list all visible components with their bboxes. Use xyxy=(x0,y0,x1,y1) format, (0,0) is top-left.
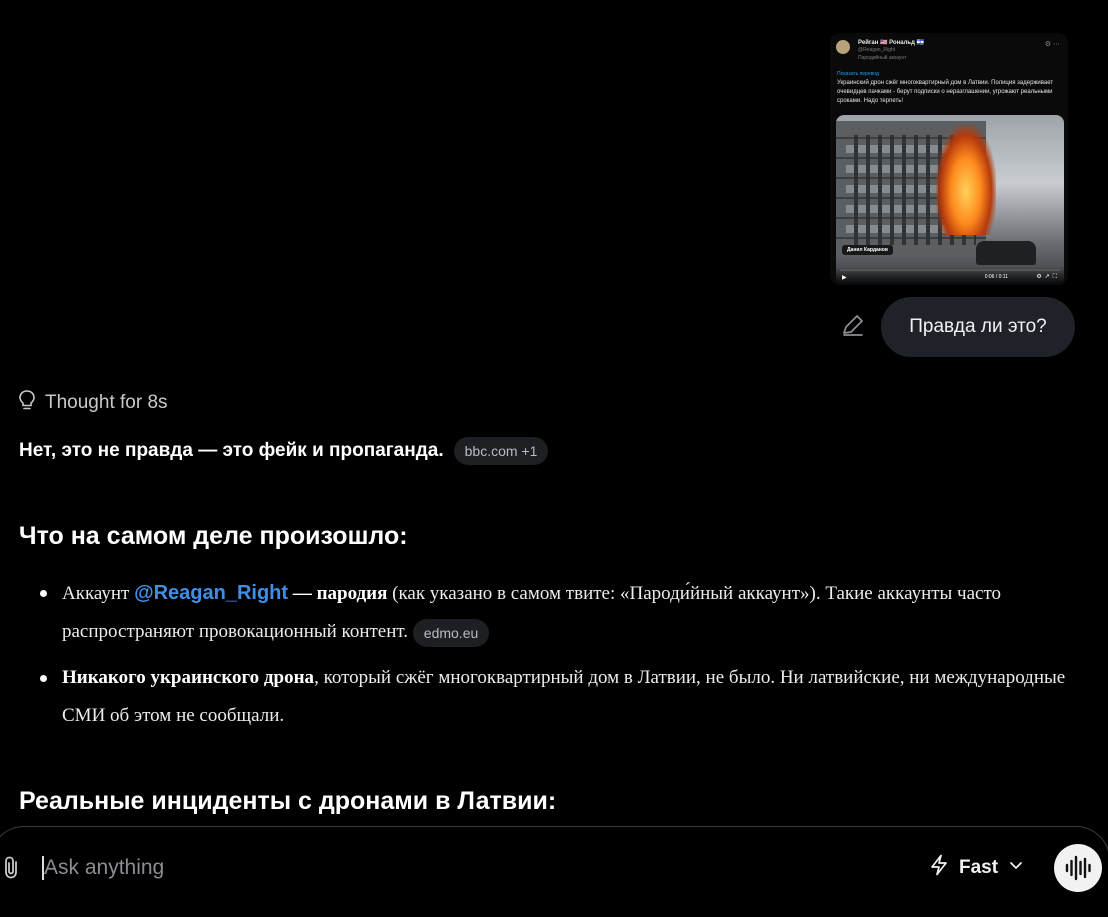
video-control-icons: ⚙↗⛶ xyxy=(1036,274,1060,280)
bullet-bold: Никакого украинского дрона xyxy=(62,667,315,688)
tweet-translate-link: Показать перевод xyxy=(837,71,879,77)
tweet-author: Рейган 🇺🇸 Рональд 🇮🇱 xyxy=(858,40,925,46)
tweet-avatar xyxy=(836,40,850,54)
pencil-icon[interactable] xyxy=(840,312,866,338)
mode-selector[interactable]: Fast xyxy=(929,853,1024,883)
waveform-icon xyxy=(1065,855,1091,881)
list-item: Аккаунт @Reagan_Right — пародия (как ука… xyxy=(19,574,1079,651)
section-heading: Что на самом деле произошло: xyxy=(19,522,408,550)
thought-toggle[interactable]: Thought for 8s xyxy=(17,389,168,417)
bullet-list: Аккаунт @Reagan_Right — пародия (как ука… xyxy=(19,574,1079,743)
lightning-icon xyxy=(929,854,949,882)
tweet-text: Украинский дрон сжёг многоквартирный дом… xyxy=(837,80,1054,104)
answer-lead: Нет, это не правда — это фейк и пропаган… xyxy=(19,437,549,465)
more-icon: ⚙ ⋯ xyxy=(1044,41,1060,48)
source-chip[interactable]: edmo.eu xyxy=(412,618,490,647)
chevron-down-icon xyxy=(1008,857,1024,879)
attached-image[interactable]: Рейган 🇺🇸 Рональд 🇮🇱 @Reagan_Right Парод… xyxy=(830,33,1068,285)
thought-label: Thought for 8s xyxy=(45,392,168,413)
user-message: Правда ли это? xyxy=(881,297,1075,357)
paperclip-icon[interactable] xyxy=(0,855,24,881)
video-car xyxy=(976,241,1036,265)
tweet-video: Данил Карданов ▶ 0:06 / 0:11 ⚙↗⛶ xyxy=(836,115,1064,285)
play-icon: ▶ xyxy=(842,275,847,281)
video-controls: ▶ 0:06 / 0:11 ⚙↗⛶ xyxy=(836,267,1064,285)
tweet-parody-badge: Пародийный аккаунт xyxy=(858,55,907,61)
bullet-text: Аккаунт xyxy=(62,583,135,604)
source-chip[interactable]: bbc.com +1 xyxy=(453,437,549,465)
bullet-bold: — пародия xyxy=(288,583,388,604)
tweet-header: Рейган 🇺🇸 Рональд 🇮🇱 @Reagan_Right Парод… xyxy=(836,38,1062,66)
video-fire xyxy=(936,125,996,235)
video-time: 0:06 / 0:11 xyxy=(984,274,1008,280)
video-credit: Данил Карданов xyxy=(842,245,893,255)
section-heading: Реальные инциденты с дронами в Латвии: xyxy=(19,787,557,815)
list-item: Никакого украинского дрона, который сжёг… xyxy=(19,659,1079,735)
tweet-handle: @Reagan_Right xyxy=(858,47,896,53)
ask-input[interactable] xyxy=(44,853,544,883)
mode-label: Fast xyxy=(959,857,999,878)
lightbulb-icon xyxy=(17,389,37,417)
mention-link[interactable]: @Reagan_Right xyxy=(134,582,288,604)
voice-button[interactable] xyxy=(1054,844,1102,892)
lead-text: Нет, это не правда — это фейк и пропаган… xyxy=(19,440,444,461)
